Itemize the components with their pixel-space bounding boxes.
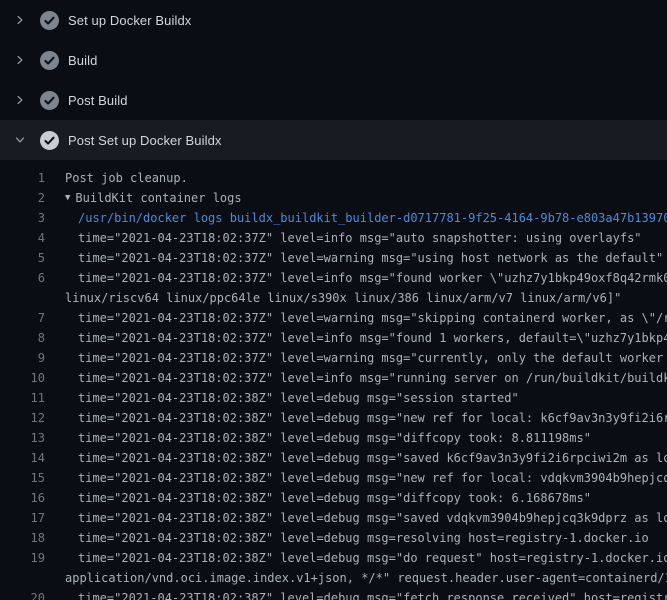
log-line: 12 time="2021-04-23T18:02:38Z" level=debu… [0, 408, 667, 428]
log-text: linux/riscv64 linux/ppc64le linux/s390x … [65, 288, 621, 308]
log-text: time="2021-04-23T18:02:38Z" level=debug … [65, 548, 667, 568]
line-number[interactable]: 1 [0, 168, 45, 188]
log-line: 13 time="2021-04-23T18:02:38Z" level=debu… [0, 428, 667, 448]
log-text: time="2021-04-23T18:02:38Z" level=debug … [65, 588, 667, 600]
log-line-continuation: application/vnd.oci.image.index.v1+json,… [0, 568, 667, 588]
log-text: time="2021-04-23T18:02:37Z" level=warnin… [65, 248, 663, 268]
status-check-icon [40, 51, 59, 70]
line-number[interactable]: 5 [0, 248, 45, 268]
status-check-icon [40, 131, 59, 150]
check-path [40, 11, 59, 30]
line-number[interactable]: 2 [0, 188, 45, 208]
chevron-path [14, 134, 26, 146]
line-number [0, 568, 45, 588]
line-number[interactable]: 13 [0, 428, 45, 448]
line-number[interactable]: 18 [0, 528, 45, 548]
log-line: 18 time="2021-04-23T18:02:38Z" level=debu… [0, 528, 667, 548]
log-line: 7 time="2021-04-23T18:02:37Z" level=warni… [0, 308, 667, 328]
log-area[interactable]: 1 Post job cleanup. 2 ▼BuildKit container l… [0, 160, 667, 600]
log-text: time="2021-04-23T18:02:38Z" level=debug … [65, 528, 649, 548]
log-line: 14 time="2021-04-23T18:02:38Z" level=debu… [0, 448, 667, 468]
chevron-right-icon [12, 52, 28, 68]
log-text: time="2021-04-23T18:02:37Z" level=info m… [65, 228, 642, 248]
step-row-build[interactable]: Build [0, 40, 667, 80]
chevron-path [14, 94, 26, 106]
chevron-path [14, 14, 26, 26]
log-text: application/vnd.oci.image.index.v1+json,… [65, 568, 667, 588]
workflow-log-viewer: { "colors": { "background": "#0a0d13", "… [0, 0, 667, 600]
log-line: 6 time="2021-04-23T18:02:37Z" level=info … [0, 268, 667, 288]
log-text: time="2021-04-23T18:02:37Z" level=info m… [65, 328, 667, 348]
status-check-icon [40, 11, 59, 30]
line-number[interactable]: 19 [0, 548, 45, 568]
chevron-right-icon [12, 12, 28, 28]
step-row-post-build[interactable]: Post Build [0, 80, 667, 120]
check-path [40, 91, 59, 110]
log-text: time="2021-04-23T18:02:37Z" level=warnin… [65, 348, 667, 368]
step-label: Post Set up Docker Buildx [68, 133, 222, 148]
log-text: time="2021-04-23T18:02:38Z" level=debug … [65, 488, 591, 508]
log-line: 15 time="2021-04-23T18:02:38Z" level=debu… [0, 468, 667, 488]
status-check-icon [40, 91, 59, 110]
line-number[interactable]: 7 [0, 308, 45, 328]
group-title: BuildKit container logs [75, 188, 241, 208]
log-line: 16 time="2021-04-23T18:02:38Z" level=debu… [0, 488, 667, 508]
line-number[interactable]: 12 [0, 408, 45, 428]
log-command-text: /usr/bin/docker logs buildx_buildkit_bui… [65, 208, 667, 228]
log-text: Post job cleanup. [65, 168, 188, 188]
log-line: 5 time="2021-04-23T18:02:37Z" level=warni… [0, 248, 667, 268]
log-text: time="2021-04-23T18:02:38Z" level=debug … [65, 468, 667, 488]
log-text: time="2021-04-23T18:02:38Z" level=debug … [65, 408, 667, 428]
step-label: Post Build [68, 93, 128, 108]
log-line: 19 time="2021-04-23T18:02:38Z" level=debu… [0, 548, 667, 568]
line-number[interactable]: 4 [0, 228, 45, 248]
log-line: 9 time="2021-04-23T18:02:37Z" level=warni… [0, 348, 667, 368]
log-line: 1 Post job cleanup. [0, 168, 667, 188]
log-line: 17 time="2021-04-23T18:02:38Z" level=debu… [0, 508, 667, 528]
line-number[interactable]: 16 [0, 488, 45, 508]
line-number[interactable]: 6 [0, 268, 45, 288]
step-row-set-up-docker-buildx[interactable]: Set up Docker Buildx [0, 0, 667, 40]
chevron-down-icon [12, 132, 28, 148]
line-number[interactable]: 14 [0, 448, 45, 468]
step-row-post-set-up-docker-buildx[interactable]: Post Set up Docker Buildx [0, 120, 667, 160]
log-line: 3/usr/bin/docker logs buildx_buildkit_bu… [0, 208, 667, 228]
check-path [40, 131, 59, 150]
line-number[interactable]: 11 [0, 388, 45, 408]
check-path [40, 51, 59, 70]
step-label: Build [68, 53, 97, 68]
steps-list: Set up Docker Buildx Build Post Build Post … [0, 0, 667, 160]
log-text: time="2021-04-23T18:02:37Z" level=info m… [65, 368, 667, 388]
group-collapse-triangle-icon: ▼ [65, 188, 70, 208]
line-number[interactable]: 15 [0, 468, 45, 488]
line-number [0, 288, 45, 308]
log-text: time="2021-04-23T18:02:38Z" level=debug … [65, 388, 519, 408]
chevron-path [14, 54, 26, 66]
log-line: 20 time="2021-04-23T18:02:38Z" level=debu… [0, 588, 667, 600]
chevron-right-icon [12, 92, 28, 108]
log-line: 8 time="2021-04-23T18:02:37Z" level=info … [0, 328, 667, 348]
log-text: time="2021-04-23T18:02:37Z" level=warnin… [65, 308, 667, 328]
line-number[interactable]: 3 [0, 208, 45, 228]
log-line: 11 time="2021-04-23T18:02:38Z" level=debu… [0, 388, 667, 408]
log-line: 4 time="2021-04-23T18:02:37Z" level=info … [0, 228, 667, 248]
log-text: time="2021-04-23T18:02:37Z" level=info m… [65, 268, 667, 288]
line-number[interactable]: 8 [0, 328, 45, 348]
line-number[interactable]: 20 [0, 588, 45, 600]
step-label: Set up Docker Buildx [68, 13, 191, 28]
line-number[interactable]: 9 [0, 348, 45, 368]
log-line-continuation: linux/riscv64 linux/ppc64le linux/s390x … [0, 288, 667, 308]
log-text: time="2021-04-23T18:02:38Z" level=debug … [65, 428, 591, 448]
log-text: time="2021-04-23T18:02:38Z" level=debug … [65, 508, 667, 528]
log-line: 2 ▼BuildKit container logs [0, 188, 667, 208]
log-text: time="2021-04-23T18:02:38Z" level=debug … [65, 448, 667, 468]
line-number[interactable]: 17 [0, 508, 45, 528]
log-line: 10 time="2021-04-23T18:02:37Z" level=info… [0, 368, 667, 388]
log-group-header[interactable]: ▼BuildKit container logs [65, 188, 242, 208]
line-number[interactable]: 10 [0, 368, 45, 388]
